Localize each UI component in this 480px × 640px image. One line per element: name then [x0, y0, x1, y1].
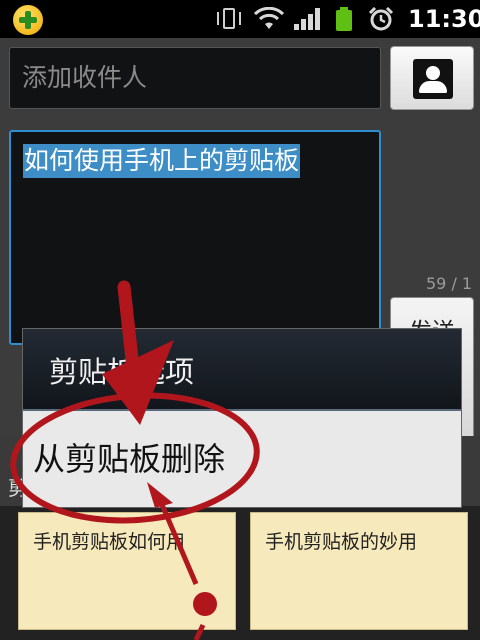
- menu-title: 剪贴板选项: [23, 329, 461, 409]
- contact-picker-button[interactable]: [390, 46, 474, 110]
- vibrate-icon: [214, 7, 244, 31]
- selected-message-text[interactable]: 如何使用手机上的剪贴板: [23, 144, 301, 178]
- delete-from-clipboard-item[interactable]: 从剪贴板删除: [23, 411, 461, 507]
- alarm-icon: [368, 7, 394, 31]
- message-input[interactable]: 如何使用手机上的剪贴板: [9, 130, 381, 345]
- wifi-icon: [254, 7, 284, 29]
- signal-icon: [294, 7, 320, 31]
- clock: 11:30: [408, 5, 480, 33]
- clipboard-note[interactable]: 手机剪贴板如何用: [18, 512, 236, 630]
- clipboard-note[interactable]: 手机剪贴板的妙用: [250, 512, 468, 630]
- character-counter: 59 / 1: [426, 274, 473, 293]
- recipient-input[interactable]: 添加收件人: [9, 47, 381, 109]
- notification-app-icon[interactable]: [13, 5, 43, 35]
- status-bar: 11:30: [0, 0, 480, 38]
- battery-icon: [332, 7, 356, 31]
- clipboard-options-menu: 剪贴板选项 从剪贴板删除: [22, 328, 462, 508]
